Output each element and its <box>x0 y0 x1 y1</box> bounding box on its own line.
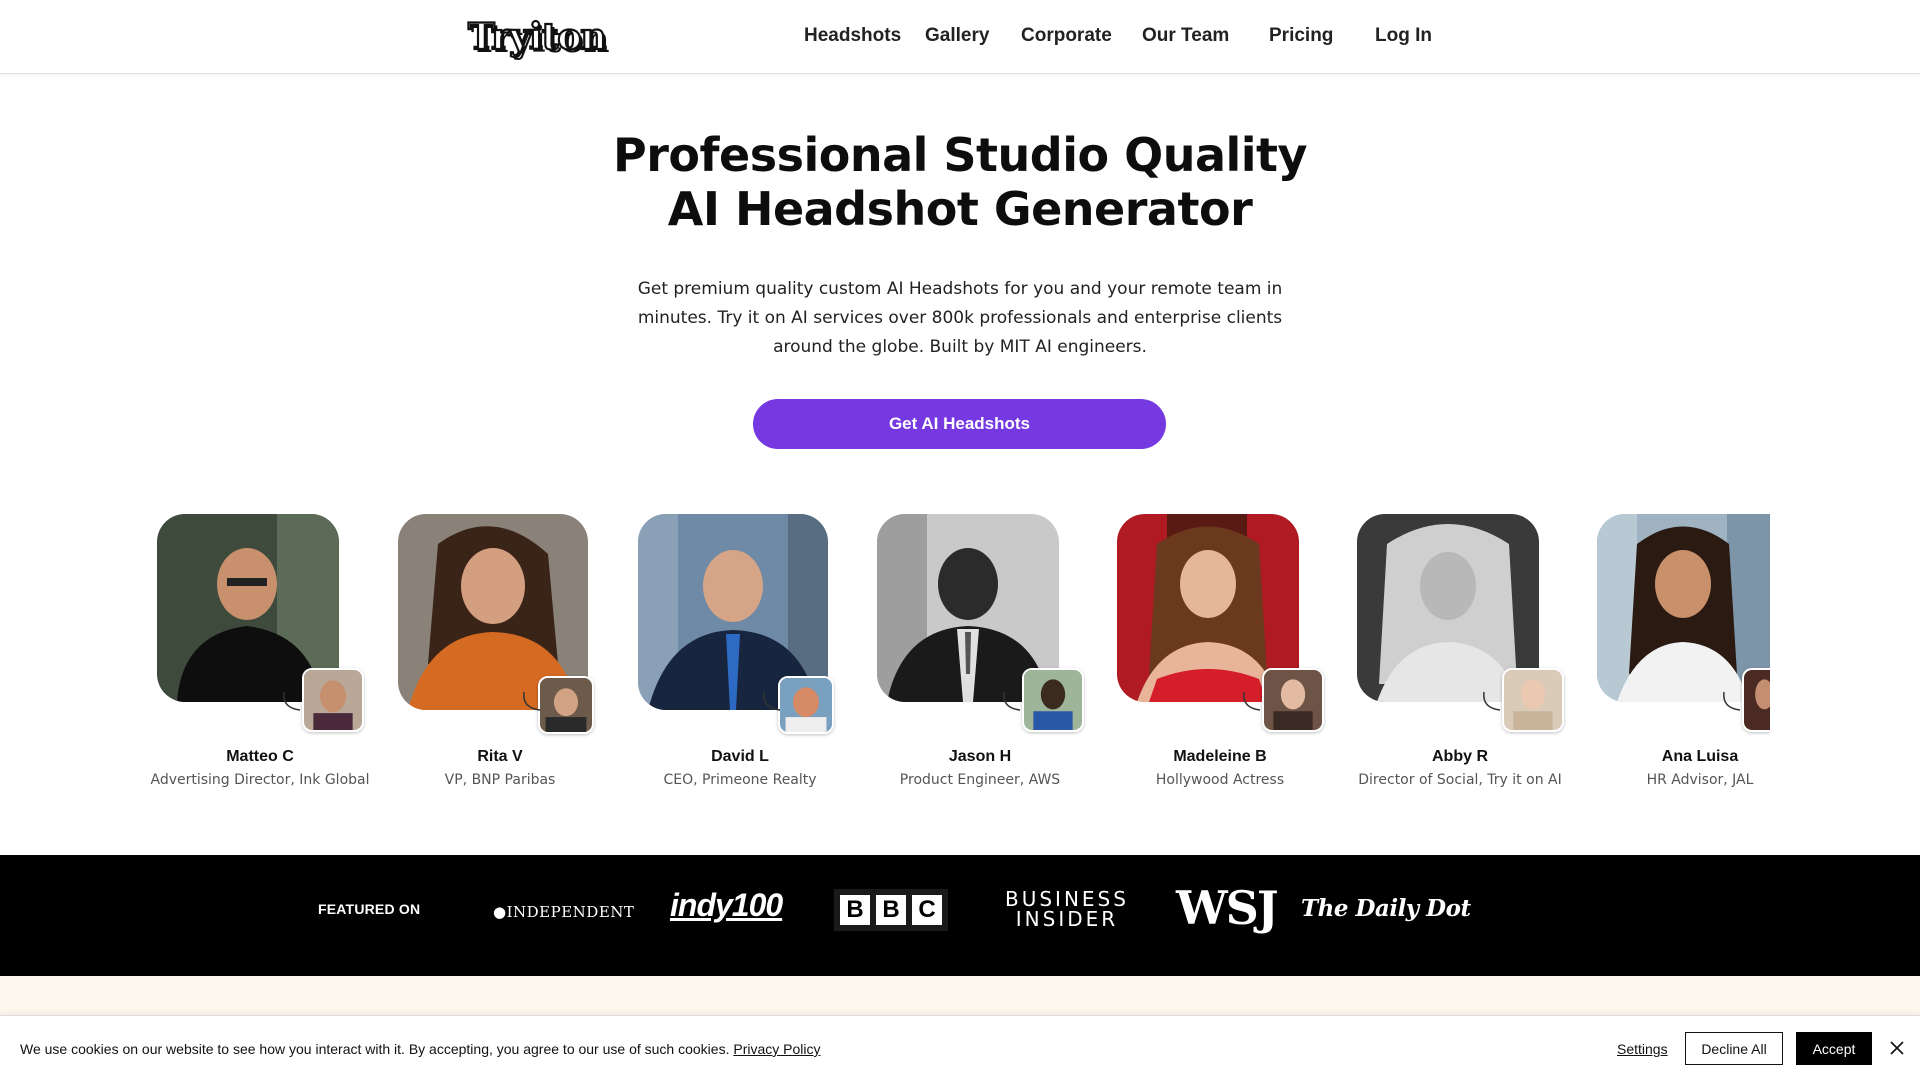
curved-arrow-icon <box>283 691 301 711</box>
curved-arrow-icon <box>763 691 781 711</box>
person-card[interactable]: Madeleine B Hollywood Actress <box>1100 514 1340 804</box>
daily-dot-logo: The Daily Dot <box>1301 895 1471 922</box>
person-card[interactable]: Abby R Director of Social, Try it on AI <box>1340 514 1580 804</box>
wsj-logo: WSJ <box>1176 881 1279 935</box>
selfie-thumbnail <box>538 676 594 734</box>
person-name: Madeleine B <box>1173 748 1267 765</box>
eagle-icon: ● <box>493 903 507 921</box>
nav-our-team[interactable]: Our Team <box>1142 25 1229 47</box>
business-insider-line2: INSIDER <box>1015 907 1119 931</box>
business-insider-logo: BUSINESS INSIDER <box>1005 889 1129 929</box>
site-header: Tryiton Headshots Gallery Corporate Our … <box>0 0 1920 74</box>
selfie-thumbnail <box>1502 668 1564 732</box>
curved-arrow-icon <box>523 691 541 711</box>
accept-button[interactable]: Accept <box>1796 1032 1872 1065</box>
person-role: Advertising Director, Ink Global <box>150 772 370 788</box>
person-name: Jason H <box>948 748 1012 765</box>
curved-arrow-icon <box>1003 691 1021 711</box>
selfie-thumbnail <box>302 668 364 732</box>
decline-all-button[interactable]: Decline All <box>1685 1032 1783 1065</box>
person-card[interactable]: Matteo C Advertising Director, Ink Globa… <box>140 514 380 804</box>
business-insider-line1: BUSINESS <box>1005 887 1129 911</box>
person-role: Product Engineer, AWS <box>899 772 1061 788</box>
cream-section <box>0 976 1920 1016</box>
selfie-thumbnail <box>1262 668 1324 732</box>
logo-text: Tryiton <box>467 15 608 59</box>
nav-corporate[interactable]: Corporate <box>1021 25 1112 47</box>
person-card[interactable]: Jason H Product Engineer, AWS <box>860 514 1100 804</box>
person-role: CEO, Primeone Realty <box>663 772 817 788</box>
curved-arrow-icon <box>1483 691 1501 711</box>
selfie-thumbnail <box>1742 668 1770 732</box>
hero-title-line2: AI Headshot Generator <box>667 182 1253 236</box>
cookie-settings-link[interactable]: Settings <box>1617 1041 1668 1057</box>
curved-arrow-icon <box>1723 691 1741 711</box>
cookie-text: We use cookies on our website to see how… <box>20 1041 730 1057</box>
person-name: Rita V <box>477 748 523 765</box>
person-role: Director of Social, Try it on AI <box>1358 772 1562 788</box>
person-name: Abby R <box>1432 748 1488 765</box>
person-card[interactable]: David L CEO, Primeone Realty <box>620 514 860 804</box>
nav-headshots[interactable]: Headshots <box>804 25 901 47</box>
bbc-logo: B B C <box>834 889 948 931</box>
nav-gallery[interactable]: Gallery <box>925 25 989 47</box>
person-name: Matteo C <box>226 748 294 765</box>
selfie-thumbnail <box>1022 668 1084 732</box>
hero-title-line1: Professional Studio Quality <box>613 128 1308 182</box>
testimonial-carousel: Matteo C Advertising Director, Ink Globa… <box>140 514 1770 804</box>
person-card[interactable]: Ana Luisa HR Advisor, JAL <box>1580 514 1770 804</box>
featured-on-band: FEATURED ON ●INDEPENDENT indy100 B B C B… <box>0 855 1920 976</box>
bbc-letter: C <box>912 895 942 925</box>
nav-login[interactable]: Log In <box>1375 25 1432 47</box>
independent-logo: ●INDEPENDENT <box>493 903 634 921</box>
person-card[interactable]: Rita V VP, BNP Paribas <box>380 514 620 804</box>
hero-title: Professional Studio Quality AI Headshot … <box>0 128 1920 236</box>
person-role: Hollywood Actress <box>1155 772 1285 788</box>
curved-arrow-icon <box>1243 691 1261 711</box>
bbc-letter: B <box>840 895 870 925</box>
nav-pricing[interactable]: Pricing <box>1269 25 1333 47</box>
featured-on-label: FEATURED ON <box>318 901 421 917</box>
person-name: David L <box>711 748 769 765</box>
privacy-policy-link[interactable]: Privacy Policy <box>733 1041 820 1057</box>
person-role: HR Advisor, JAL <box>1646 772 1754 788</box>
person-name: Ana Luisa <box>1661 748 1739 765</box>
cookie-banner: We use cookies on our website to see how… <box>0 1015 1920 1080</box>
person-role: VP, BNP Paribas <box>444 772 556 788</box>
bbc-letter: B <box>876 895 906 925</box>
get-ai-headshots-button[interactable]: Get AI Headshots <box>753 399 1166 449</box>
close-icon[interactable] <box>1888 1039 1906 1057</box>
selfie-thumbnail <box>778 676 834 734</box>
logo[interactable]: Tryiton <box>467 14 608 60</box>
indy100-logo: indy100 <box>670 887 783 923</box>
hero-subtitle: Get premium quality custom AI Headshots … <box>637 279 1283 357</box>
independent-logo-text: INDEPENDENT <box>506 903 635 921</box>
cookie-message: We use cookies on our website to see how… <box>20 1041 821 1057</box>
